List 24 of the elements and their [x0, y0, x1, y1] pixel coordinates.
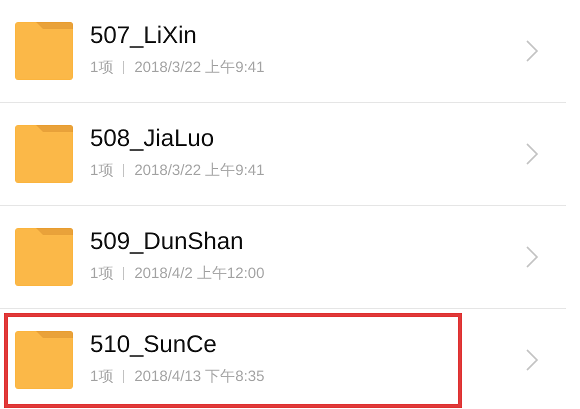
folder-name: 508_JiaLuo: [90, 124, 216, 152]
folder-name: 507_LiXin: [90, 22, 198, 50]
item-count: 1项: [90, 160, 114, 180]
folder-row[interactable]: 507_LiXin 1项 2018/3/22 上午9:41: [0, 0, 566, 103]
modified-date: 2018/3/22 上午9:41: [134, 160, 264, 180]
item-count: 1项: [90, 264, 114, 282]
modified-date: 2018/4/13 下午8:35: [134, 366, 264, 386]
chevron-icon: [526, 349, 538, 371]
chevron-icon: [526, 40, 538, 62]
chevron-icon: [526, 246, 538, 268]
folder-row[interactable]: 508_JiaLuo 1项 2018/3/22 上午9:41: [0, 103, 566, 206]
modified-date: 2018/4/2 上午12:00: [134, 264, 264, 282]
item-count: 1项: [90, 366, 114, 386]
folder-name: 509_DunShan: [90, 228, 244, 256]
folder-icon: [15, 331, 73, 389]
modified-date: 2018/3/22 上午9:41: [134, 58, 264, 76]
folder-icon: [15, 125, 73, 183]
folder-name: 510_SunCe: [90, 330, 218, 358]
folder-icon: [15, 228, 73, 286]
folder-row[interactable]: 509_DunShan 1项 2018/4/2 上午12:00: [0, 206, 566, 309]
item-count: 1项: [90, 58, 114, 76]
folder-icon: [15, 22, 73, 80]
folder-row[interactable]: 510_SunCe 1项 2018/4/13 下午8:35: [0, 309, 566, 409]
chevron-icon: [526, 143, 538, 165]
